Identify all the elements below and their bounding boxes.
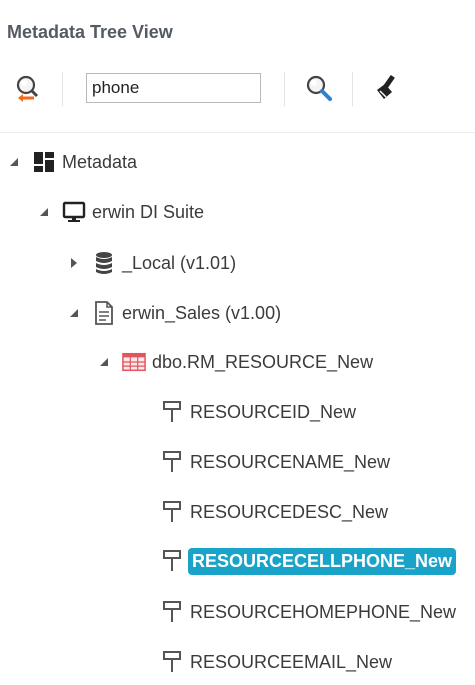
column-icon — [160, 650, 184, 674]
tree-node-label: RESOURCEHOMEPHONE_New — [190, 601, 457, 622]
column-icon — [160, 600, 184, 624]
column-icon — [160, 450, 184, 474]
tree-node-column[interactable]: RESOURCENAME_New — [150, 447, 390, 477]
panel-title: Metadata Tree View — [7, 22, 173, 42]
clear-brush-icon — [370, 74, 404, 110]
tree-node-metadata[interactable]: Metadata — [6, 147, 137, 177]
search-icon — [302, 75, 336, 110]
database-icon — [92, 251, 116, 275]
tree-node-column[interactable]: RESOURCEEMAIL_New — [150, 647, 392, 677]
column-icon — [160, 500, 184, 524]
table-icon — [122, 350, 146, 374]
tree-node-label: erwin_Sales (v1.00) — [122, 302, 282, 323]
tree-node-erwin-sales[interactable]: erwin_Sales (v1.00) — [66, 298, 281, 328]
expand-toggle-icon[interactable] — [96, 354, 112, 370]
tree-node-label: erwin DI Suite — [92, 201, 205, 222]
tree-node-table[interactable]: dbo.RM_RESOURCE_New — [96, 347, 373, 377]
toolbar-separator — [284, 72, 285, 106]
document-icon — [92, 301, 116, 325]
clear-search-button[interactable] — [370, 72, 404, 106]
toolbar — [0, 66, 475, 114]
reverse-search-icon — [12, 75, 46, 110]
metadata-tree-panel: Metadata Tree View phone Metadata erwin … — [0, 0, 475, 685]
tree-node-column[interactable]: RESOURCEHOMEPHONE_New — [150, 597, 456, 627]
tree-node-label: RESOURCEEMAIL_New — [190, 651, 393, 672]
tree-node-label: _Local (v1.01) — [122, 252, 237, 273]
toolbar-divider — [0, 132, 475, 133]
column-icon — [160, 400, 184, 424]
search-button[interactable] — [302, 72, 336, 106]
tree-node-column[interactable]: RESOURCEDESC_New — [150, 497, 388, 527]
expand-toggle-icon[interactable] — [6, 154, 22, 170]
toolbar-separator — [62, 72, 63, 106]
tree-node-column-selected[interactable]: RESOURCECELLPHONE_New — [150, 546, 457, 576]
expand-toggle-icon[interactable] — [36, 204, 52, 220]
toolbar-separator — [352, 72, 353, 106]
tree-node-erwin-di-suite[interactable]: erwin DI Suite — [36, 197, 204, 227]
tree-node-label: RESOURCEDESC_New — [190, 501, 389, 522]
tree-node-label: RESOURCEID_New — [190, 401, 357, 422]
tree-node-label-selected: RESOURCECELLPHONE_New — [188, 547, 457, 575]
search-input[interactable] — [86, 73, 261, 103]
reverse-search-button[interactable] — [12, 72, 46, 106]
monitor-icon — [62, 200, 86, 224]
collapse-toggle-icon[interactable] — [66, 255, 82, 271]
tree-node-label: RESOURCENAME_New — [190, 451, 391, 472]
expand-toggle-icon[interactable] — [66, 305, 82, 321]
tree-node-local[interactable]: _Local (v1.01) — [66, 248, 236, 278]
tree-node-label: dbo.RM_RESOURCE_New — [152, 351, 374, 372]
dashboard-grid-icon — [32, 150, 56, 174]
column-icon — [160, 549, 184, 573]
tree-node-column[interactable]: RESOURCEID_New — [150, 397, 356, 427]
tree-node-label: Metadata — [62, 151, 138, 172]
